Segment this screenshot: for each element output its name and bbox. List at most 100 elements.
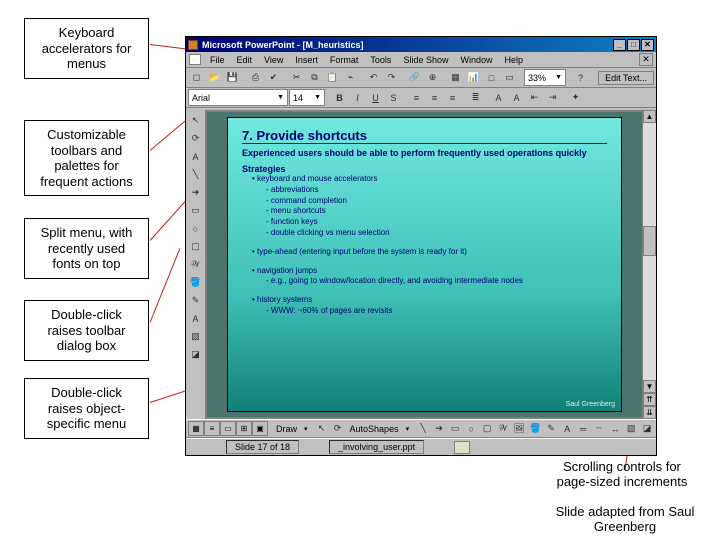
3d-button[interactable]: ◪ (640, 420, 654, 437)
demote-button[interactable]: ⇥ (544, 89, 561, 106)
slide-canvas[interactable]: 7. Provide shortcuts Experienced users s… (207, 112, 642, 417)
powerpoint-window: Microsoft PowerPoint - [M_heuristics] _ … (185, 36, 657, 456)
slide[interactable]: 7. Provide shortcuts Experienced users s… (227, 117, 622, 412)
vertical-scrollbar[interactable]: ▲ ▼ ⇈ ⇊ (642, 110, 656, 419)
rotate-tool[interactable]: ⟳ (187, 130, 204, 147)
arrow-tool[interactable]: ➔ (187, 184, 204, 201)
slide-view-button[interactable]: ▭ (220, 421, 236, 436)
insert-chart-button[interactable]: 📊 (465, 69, 482, 86)
undo-button[interactable]: ↶ (365, 69, 382, 86)
menu-format[interactable]: Format (325, 54, 364, 66)
status-icon[interactable] (454, 441, 470, 454)
fill-color-button[interactable]: 🪣 (528, 420, 542, 437)
3d-tool[interactable]: ◪ (187, 346, 204, 363)
font-dropdown[interactable]: Arial▼ (188, 89, 288, 106)
clipart-button[interactable]: 🖼 (512, 420, 526, 437)
decrease-font-button[interactable]: A (508, 89, 525, 106)
free-rotate-button[interactable]: ⟳ (331, 420, 345, 437)
italic-button[interactable]: I (349, 89, 366, 106)
save-button[interactable]: 💾 (224, 69, 241, 86)
wordart-button[interactable]: 𝒲 (496, 420, 510, 437)
arrow-button[interactable]: ➔ (432, 420, 446, 437)
titlebar[interactable]: Microsoft PowerPoint - [M_heuristics] _ … (186, 37, 656, 52)
shadow-button[interactable]: S (385, 89, 402, 106)
align-center-button[interactable]: ≡ (426, 89, 443, 106)
paste-button[interactable]: 📋 (324, 69, 341, 86)
menu-file[interactable]: File (205, 54, 230, 66)
scroll-up-button[interactable]: ▲ (643, 110, 656, 123)
draw-menu[interactable]: Draw▾ (273, 422, 313, 436)
textbox-tool[interactable]: ▢ (187, 238, 204, 255)
animation-button[interactable]: ✦ (567, 89, 584, 106)
edit-text-button[interactable]: Edit Text... (598, 71, 654, 85)
bullets-button[interactable]: ≣ (467, 89, 484, 106)
prev-slide-button[interactable]: ⇈ (643, 393, 656, 406)
web-toolbar-button[interactable]: ⊕ (424, 69, 441, 86)
line-tool[interactable]: ╲ (187, 166, 204, 183)
bold-button[interactable]: B (331, 89, 348, 106)
rect-tool[interactable]: ▭ (187, 202, 204, 219)
print-button[interactable]: ⎙ (247, 69, 264, 86)
hyperlink-button[interactable]: 🔗 (406, 69, 423, 86)
menu-window[interactable]: Window (455, 54, 497, 66)
menu-tools[interactable]: Tools (365, 54, 396, 66)
open-button[interactable]: 📂 (206, 69, 223, 86)
dash-style-button[interactable]: ┄ (592, 420, 606, 437)
autoshapes-menu[interactable]: AutoShapes▾ (347, 422, 415, 436)
normal-view-button[interactable]: ▦ (188, 421, 204, 436)
line-color-tool[interactable]: ✎ (187, 292, 204, 309)
next-slide-button[interactable]: ⇊ (643, 406, 656, 419)
outline-view-button[interactable]: ≡ (204, 421, 220, 436)
align-right-button[interactable]: ≡ (444, 89, 461, 106)
help-button[interactable]: ? (572, 69, 589, 86)
new-button[interactable]: ◻ (188, 69, 205, 86)
close-doc-button[interactable]: ✕ (639, 53, 653, 66)
textbox-button[interactable]: ▢ (480, 420, 494, 437)
oval-button[interactable]: ○ (464, 420, 478, 437)
menu-help[interactable]: Help (499, 54, 528, 66)
align-left-button[interactable]: ≡ (408, 89, 425, 106)
font-color-tool[interactable]: A (187, 310, 204, 327)
line-color-button[interactable]: ✎ (544, 420, 558, 437)
menu-edit[interactable]: Edit (232, 54, 258, 66)
spelling-button[interactable]: ✔ (265, 69, 282, 86)
redo-button[interactable]: ↷ (383, 69, 400, 86)
font-color-button[interactable]: A (560, 420, 574, 437)
sorter-view-button[interactable]: ⊞ (236, 421, 252, 436)
line-button[interactable]: ╲ (416, 420, 430, 437)
menu-view[interactable]: View (259, 54, 288, 66)
new-slide-button[interactable]: □ (483, 69, 500, 86)
text-tool[interactable]: A (187, 148, 204, 165)
promote-button[interactable]: ⇤ (526, 89, 543, 106)
menu-insert[interactable]: Insert (290, 54, 323, 66)
fill-color-tool[interactable]: 🪣 (187, 274, 204, 291)
doc-icon[interactable] (189, 54, 201, 65)
minimize-button[interactable]: _ (613, 39, 626, 51)
close-button[interactable]: ✕ (641, 39, 654, 51)
wordart-tool[interactable]: 𝒲 (187, 256, 204, 273)
slideshow-view-button[interactable]: ▣ (252, 421, 268, 436)
scroll-track[interactable] (643, 123, 656, 380)
rectangle-button[interactable]: ▭ (448, 420, 462, 437)
line-style-button[interactable]: ═ (576, 420, 590, 437)
zoom-dropdown[interactable]: 33%▼ (524, 69, 566, 86)
oval-tool[interactable]: ○ (187, 220, 204, 237)
select-objects-button[interactable]: ↖ (315, 420, 329, 437)
scroll-thumb[interactable] (643, 226, 656, 256)
cut-button[interactable]: ✂ (288, 69, 305, 86)
slide-layout-button[interactable]: ▭ (501, 69, 518, 86)
shadow-button[interactable]: ▧ (624, 420, 638, 437)
shadow-tool[interactable]: ▧ (187, 328, 204, 345)
font-size-dropdown[interactable]: 14▼ (289, 89, 325, 106)
arrow-style-button[interactable]: ↔ (608, 420, 622, 437)
underline-button[interactable]: U (367, 89, 384, 106)
copy-button[interactable]: ⧉ (306, 69, 323, 86)
slide-credit: Saul Greenberg (566, 401, 615, 408)
select-tool[interactable]: ↖ (187, 112, 204, 129)
insert-table-button[interactable]: ▦ (447, 69, 464, 86)
format-painter-button[interactable]: ⌁ (342, 69, 359, 86)
maximize-button[interactable]: □ (627, 39, 640, 51)
scroll-down-button[interactable]: ▼ (643, 380, 656, 393)
menu-slideshow[interactable]: Slide Show (398, 54, 453, 66)
increase-font-button[interactable]: A (490, 89, 507, 106)
